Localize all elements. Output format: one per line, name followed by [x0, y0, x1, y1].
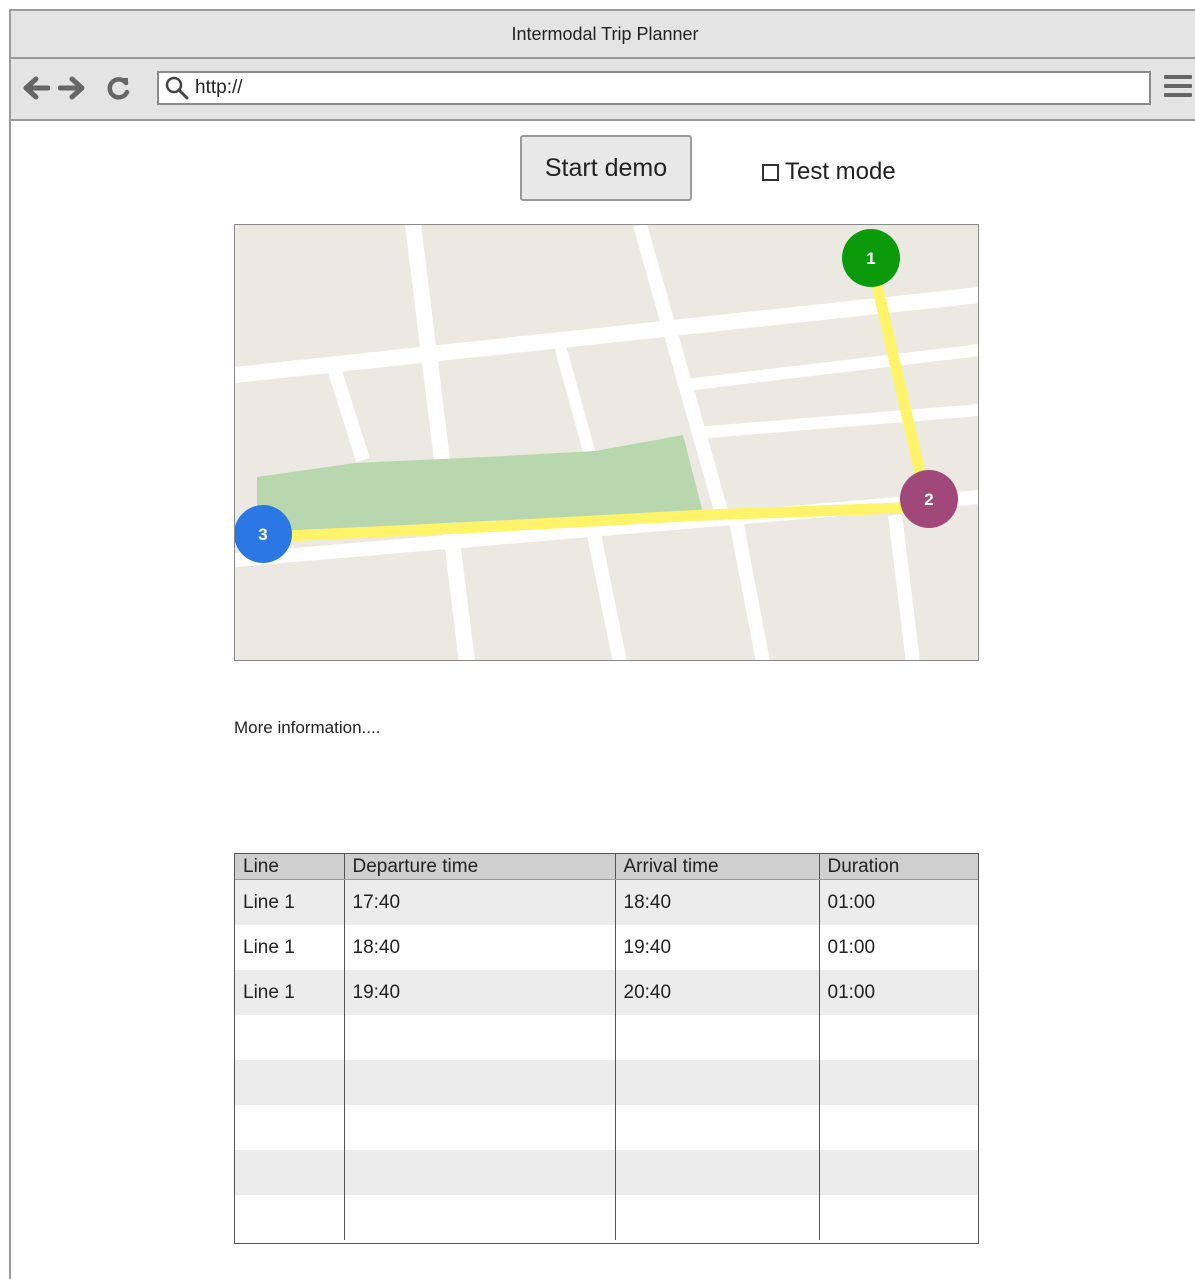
back-button[interactable]	[21, 73, 51, 103]
column-header-line[interactable]: Line	[235, 854, 345, 880]
window-title: Intermodal Trip Planner	[511, 23, 699, 44]
title-bar: Intermodal Trip Planner	[11, 11, 1195, 59]
cell-line: Line 1	[235, 879, 345, 925]
cell-duration: 01:00	[819, 925, 978, 970]
table-row[interactable]	[235, 1015, 978, 1060]
cell-arrival	[615, 1015, 820, 1060]
cell-departure	[344, 1150, 616, 1195]
table-row[interactable]: Line 1 18:40 19:40 01:00	[235, 925, 978, 970]
cell-arrival: 18:40	[615, 879, 820, 925]
table-row[interactable]: Line 1 19:40 20:40 01:00	[235, 970, 978, 1015]
table-row[interactable]	[235, 1060, 978, 1105]
table-row[interactable]	[235, 1105, 978, 1150]
reload-icon	[107, 77, 130, 100]
marker-1[interactable]: 1	[842, 229, 900, 287]
cell-duration	[819, 1195, 978, 1240]
cell-departure	[344, 1015, 616, 1060]
table-row[interactable]	[235, 1195, 978, 1240]
cell-arrival	[615, 1195, 820, 1240]
cell-duration	[819, 1105, 978, 1150]
cell-line	[235, 1105, 345, 1150]
test-mode-checkbox[interactable]	[762, 163, 779, 181]
cell-departure: 18:40	[344, 925, 616, 970]
cell-arrival: 20:40	[615, 970, 820, 1015]
cell-arrival: 19:40	[615, 925, 820, 970]
cell-departure: 19:40	[344, 970, 616, 1015]
cell-line: Line 1	[235, 925, 345, 970]
cell-line	[235, 1150, 345, 1195]
cell-line: Line 1	[235, 970, 345, 1015]
column-header-departure[interactable]: Departure time	[344, 854, 616, 880]
test-mode-label: Test mode	[785, 158, 896, 185]
cell-arrival	[615, 1105, 820, 1150]
marker-3[interactable]: 3	[235, 505, 292, 563]
cell-line	[235, 1060, 345, 1105]
browser-toolbar	[11, 59, 1195, 121]
svg-text:1: 1	[866, 249, 875, 268]
reload-button[interactable]	[104, 73, 134, 103]
table-row[interactable]: Line 1 17:40 18:40 01:00	[235, 879, 978, 925]
svg-text:3: 3	[258, 525, 267, 544]
table-row[interactable]	[235, 1150, 978, 1195]
cell-duration	[819, 1150, 978, 1195]
address-bar[interactable]	[157, 71, 1151, 105]
test-mode-toggle[interactable]: Test mode	[762, 158, 896, 186]
cell-departure	[344, 1195, 616, 1240]
column-header-arrival[interactable]: Arrival time	[615, 854, 820, 880]
search-icon	[165, 76, 189, 100]
svg-text:2: 2	[924, 490, 933, 509]
arrow-right-icon	[58, 76, 85, 100]
forward-button[interactable]	[57, 73, 87, 103]
url-input[interactable]	[195, 77, 1095, 99]
column-header-duration[interactable]: Duration	[819, 854, 978, 880]
cell-departure	[344, 1105, 616, 1150]
cell-arrival	[615, 1060, 820, 1105]
cell-line	[235, 1015, 345, 1060]
cell-arrival	[615, 1150, 820, 1195]
hamburger-menu-icon[interactable]	[1164, 75, 1192, 101]
cell-departure: 17:40	[344, 879, 616, 925]
map-canvas: 1 2 3	[235, 225, 978, 660]
more-information-link[interactable]: More information....	[234, 718, 380, 738]
cell-line	[235, 1195, 345, 1240]
cell-duration: 01:00	[819, 970, 978, 1015]
route-map[interactable]: 1 2 3	[234, 224, 979, 661]
cell-departure	[344, 1060, 616, 1105]
start-demo-button[interactable]: Start demo	[520, 135, 692, 201]
cell-duration	[819, 1015, 978, 1060]
schedule-table: Line Departure time Arrival time Duratio…	[234, 853, 979, 1244]
cell-duration	[819, 1060, 978, 1105]
table-header-row: Line Departure time Arrival time Duratio…	[235, 854, 978, 880]
marker-2[interactable]: 2	[900, 470, 958, 528]
arrow-left-icon	[23, 76, 50, 100]
cell-duration: 01:00	[819, 879, 978, 925]
